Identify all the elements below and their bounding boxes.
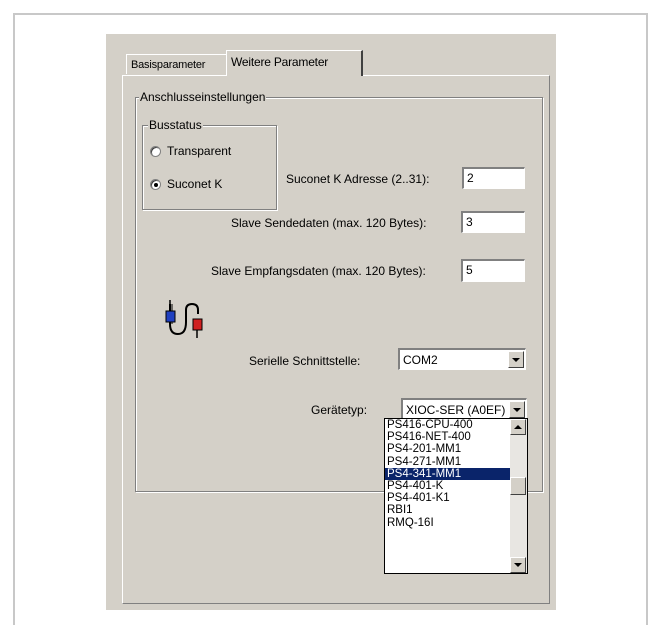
empfangsdaten-input[interactable]: 5 xyxy=(461,259,525,282)
radio-transparent-label[interactable]: Transparent xyxy=(167,144,231,158)
dropdown-items: PS416-CPU-400 PS416-NET-400 PS4-201-MM1 PS4… xyxy=(385,419,527,529)
scroll-up-button[interactable] xyxy=(510,419,526,435)
scroll-thumb[interactable] xyxy=(510,477,526,495)
chevron-down-icon xyxy=(514,563,522,567)
sendedaten-input[interactable]: 3 xyxy=(461,211,525,233)
dropdown-option[interactable]: PS4-401-K1 xyxy=(385,492,527,504)
chevron-down-icon xyxy=(512,358,520,362)
empfangsdaten-label: Slave Empfangsdaten (max. 120 Bytes): xyxy=(211,264,426,278)
dropdown-option[interactable]: PS4-271-MM1 xyxy=(385,456,527,468)
schnittstelle-label: Serielle Schnittstelle: xyxy=(249,354,361,368)
chevron-up-icon xyxy=(514,425,522,429)
properties-dialog: Basisparameter Weitere Parameter Anschlu… xyxy=(106,34,556,610)
radio-transparent[interactable] xyxy=(150,146,161,157)
dropdown-option[interactable]: RBI1 xyxy=(385,504,527,516)
geraetetyp-value: XIOC-SER (A0EF) xyxy=(406,403,506,417)
connection-icon xyxy=(165,300,203,338)
anschluss-group-label: Anschlusseinstellungen xyxy=(139,90,267,104)
radio-suconet-k-label[interactable]: Suconet K xyxy=(167,177,222,191)
busstatus-group-label: Busstatus xyxy=(148,118,203,132)
scroll-down-button[interactable] xyxy=(510,557,526,573)
chevron-down-icon xyxy=(513,408,521,412)
schnittstelle-value: COM2 xyxy=(403,353,438,367)
busstatus-group xyxy=(142,125,277,210)
tab-basisparameter[interactable]: Basisparameter xyxy=(126,54,229,74)
schnittstelle-dropdown-button[interactable] xyxy=(508,351,524,368)
dropdown-scrollbar[interactable] xyxy=(510,419,527,573)
radio-suconet-k[interactable] xyxy=(150,179,161,190)
geraetetyp-select[interactable]: XIOC-SER (A0EF) xyxy=(401,398,527,420)
adresse-input[interactable]: 2 xyxy=(462,167,525,189)
tab-weitere-parameter[interactable]: Weitere Parameter xyxy=(226,50,363,76)
geraetetyp-dropdown-list[interactable]: PS416-CPU-400 PS416-NET-400 PS4-201-MM1 PS4… xyxy=(384,418,528,574)
dropdown-option[interactable]: PS4-341-MM1 xyxy=(385,467,527,480)
dropdown-option[interactable]: RMQ-16I xyxy=(385,517,527,529)
adresse-label: Suconet K Adresse (2..31): xyxy=(286,172,430,186)
sendedaten-label: Slave Sendedaten (max. 120 Bytes): xyxy=(231,216,427,230)
radio-selected-dot xyxy=(154,183,158,187)
dropdown-option[interactable]: PS416-NET-400 xyxy=(385,431,527,443)
dropdown-option[interactable]: PS4-201-MM1 xyxy=(385,443,527,455)
dropdown-option[interactable]: PS416-CPU-400 xyxy=(385,419,527,431)
geraetetyp-dropdown-button[interactable] xyxy=(509,401,525,418)
schnittstelle-select[interactable]: COM2 xyxy=(398,348,526,370)
dropdown-option[interactable]: PS4-401-K xyxy=(385,480,527,492)
geraetetyp-label: Gerätetyp: xyxy=(311,403,368,417)
